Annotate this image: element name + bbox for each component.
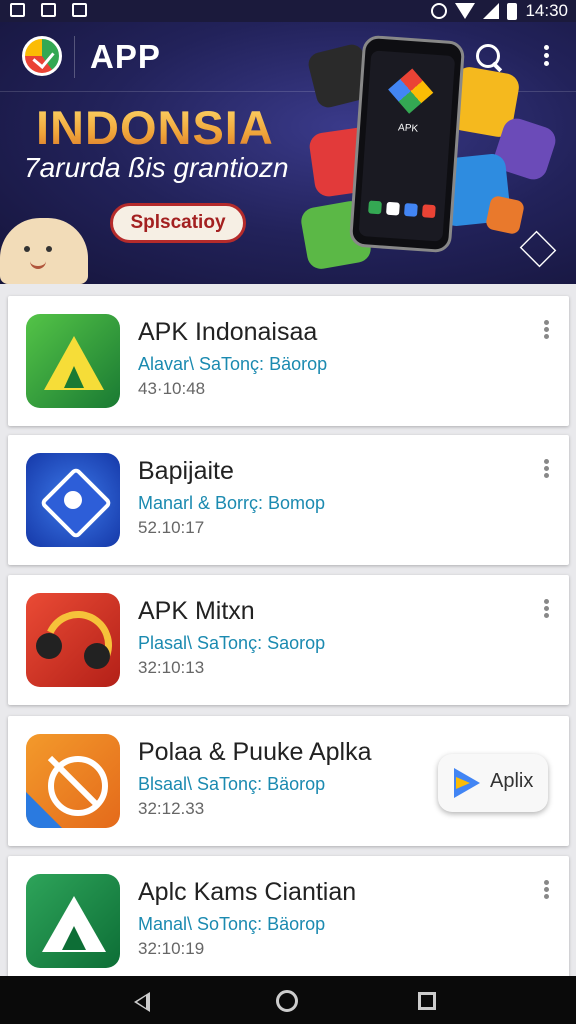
alarm-icon (431, 3, 448, 19)
overflow-menu-icon[interactable] (536, 42, 556, 70)
no-phone-icon (26, 734, 120, 828)
wifi-icon (455, 3, 476, 19)
app-title: APK Mitxn (138, 597, 255, 625)
app-time: 52.10:17 (138, 518, 205, 537)
app-card[interactable]: Polaa & Puuke Aplka Blsaal\ SaTonç: Bäor… (8, 716, 569, 846)
signal-icon (483, 3, 500, 19)
phone-screen-label: APK (397, 122, 419, 135)
decorative-logo-icon (519, 230, 557, 268)
orange-app-icon (484, 194, 526, 236)
aplix-button[interactable]: Aplix (438, 754, 548, 812)
app-card[interactable]: Aplc Kams Ciantian Manal\ SoTonç: Bäorop… (8, 856, 569, 986)
app-card[interactable]: Bapijaite Manarl & Borrç: Bomop 52.10:17 (8, 435, 569, 565)
card-more-icon[interactable] (538, 318, 554, 346)
mascot-illustration (0, 218, 88, 284)
app-card[interactable]: APK Mitxn Plasal\ SaTonç: Saorop 32:10:1… (8, 575, 569, 705)
card-more-icon[interactable] (538, 457, 554, 485)
app-subtitle: Manarl & Borrç: Bomop (138, 493, 326, 513)
shield-star-icon (26, 453, 120, 547)
headset-icon (26, 593, 120, 687)
phone-screen: APK (358, 50, 456, 242)
phone-dock (368, 200, 436, 219)
hero-banner[interactable]: APP APK INDONSIA 7arurda ßis grantiozn S… (0, 22, 576, 284)
app-title: Aplc Kams Ciantian (138, 878, 357, 906)
notification-icon (10, 3, 25, 17)
app-title: APP (90, 38, 161, 75)
home-icon[interactable] (276, 990, 298, 1012)
status-right: 14:30 (431, 1, 568, 21)
notification-icon (72, 3, 87, 17)
header-divider (74, 36, 75, 78)
app-time: 32:10:13 (138, 658, 205, 677)
battery-icon (507, 2, 518, 20)
status-bar: 14:30 (0, 0, 576, 22)
notification-icon (41, 3, 56, 17)
notification-icons (10, 3, 87, 17)
card-more-icon[interactable] (538, 597, 554, 625)
app-title: Bapijaite (138, 457, 234, 485)
app-card[interactable]: APK Indonaisaa Alavar\ SaTonç: Bäorop 43… (8, 296, 569, 426)
app-time: 43·10:48 (138, 379, 206, 398)
navigation-bar (0, 976, 576, 1024)
search-icon[interactable] (474, 42, 504, 72)
app-time: 32:12.33 (138, 799, 205, 818)
status-time: 14:30 (525, 1, 568, 20)
hero-headline: INDONSIA (36, 101, 274, 154)
app-subtitle: Manal\ SoTonç: Bäorop (138, 914, 326, 934)
hero-cta-button[interactable]: Splscatioy (110, 203, 246, 243)
card-more-icon[interactable] (538, 878, 554, 906)
app-title: APK Indonaisaa (138, 318, 318, 346)
back-icon[interactable] (134, 992, 150, 1012)
app-time: 32:10:19 (138, 939, 205, 958)
hero-subtitle: 7arurda ßis grantiozn (24, 152, 289, 183)
app-title: Polaa & Puuke Aplka (138, 738, 372, 766)
a-mountain-icon (26, 874, 120, 968)
play-store-icon (454, 768, 480, 798)
apk-diamond-icon (388, 68, 434, 114)
app-subtitle: Alavar\ SaTonç: Bäorop (138, 354, 328, 374)
a-triangle-icon (26, 314, 120, 408)
app-logo-icon[interactable] (22, 36, 62, 76)
phone-illustration: APK (348, 34, 466, 254)
recents-icon[interactable] (418, 992, 436, 1010)
app-subtitle: Plasal\ SaTonç: Saorop (138, 633, 326, 653)
app-subtitle: Blsaal\ SaTonç: Bäorop (138, 774, 326, 794)
aplix-label: Aplix (490, 770, 534, 792)
